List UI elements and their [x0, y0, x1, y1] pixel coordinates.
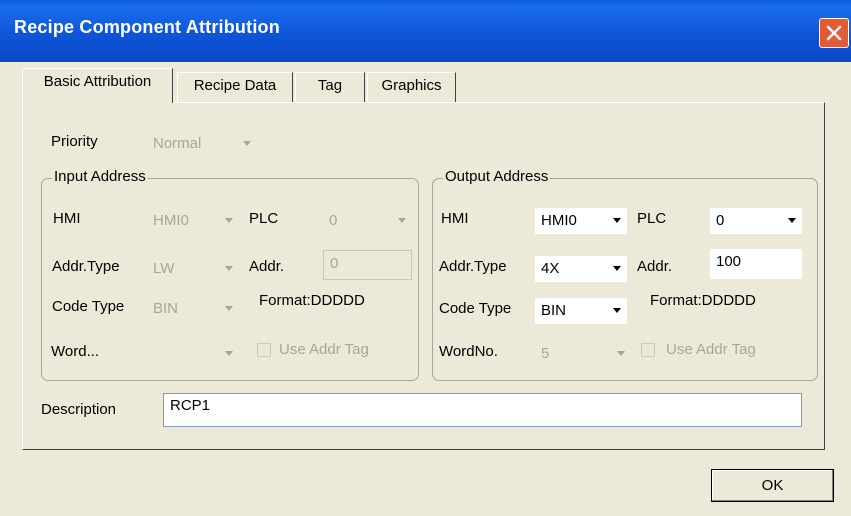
ok-button-label: OK — [761, 477, 784, 494]
tab-label: Tag — [317, 77, 343, 94]
output-addr-value: 100 — [716, 253, 742, 270]
input-addr-value: 0 — [330, 255, 339, 272]
ok-button[interactable]: OK — [711, 469, 834, 502]
output-addr-type-label: Addr.Type — [439, 258, 507, 275]
output-hmi-value: HMI0 — [541, 212, 577, 229]
tab-recipe-data[interactable]: Recipe Data — [177, 72, 293, 102]
title-bar: Recipe Component Attribution — [0, 0, 851, 62]
chevron-down-icon — [613, 218, 621, 223]
output-addr-type-select[interactable]: 4X — [535, 256, 627, 282]
close-button[interactable] — [819, 18, 849, 48]
input-addr-type-label: Addr.Type — [52, 258, 120, 275]
tab-tag[interactable]: Tag — [295, 72, 365, 102]
output-code-type-label: Code Type — [439, 300, 512, 317]
input-word-select[interactable] — [147, 341, 239, 367]
output-use-addr-tag-label: Use Addr Tag — [666, 341, 756, 358]
output-word-select[interactable]: 5 — [535, 341, 631, 367]
input-addr-type-select[interactable]: LW — [147, 256, 239, 282]
chevron-down-icon — [617, 351, 625, 356]
description-value: RCP1 — [170, 397, 211, 414]
output-addr-label: Addr. — [637, 258, 673, 275]
output-addr-type-value: 4X — [541, 260, 560, 277]
output-format-label: Format:DDDDD — [650, 292, 756, 309]
output-use-addr-tag-checkbox[interactable] — [641, 343, 655, 357]
output-addr-field[interactable]: 100 — [710, 249, 802, 279]
priority-value: Normal — [153, 135, 202, 152]
chevron-down-icon — [225, 266, 233, 271]
tab-label: Graphics — [381, 77, 442, 94]
chevron-down-icon — [613, 308, 621, 313]
chevron-down-icon — [225, 351, 233, 356]
input-address-title: Input Address — [52, 168, 148, 185]
input-hmi-label: HMI — [53, 210, 81, 227]
description-label: Description — [41, 401, 117, 418]
output-code-type-select[interactable]: BIN — [535, 298, 627, 324]
input-plc-value: 0 — [329, 212, 338, 229]
tab-basic-attribution[interactable]: Basic Attribution — [22, 68, 173, 103]
input-hmi-select[interactable]: HMI0 — [147, 208, 239, 234]
input-hmi-value: HMI0 — [153, 212, 189, 229]
output-word-label: WordNo. — [439, 343, 498, 360]
input-addr-label: Addr. — [249, 258, 285, 275]
input-plc-label: PLC — [249, 210, 279, 227]
priority-select[interactable]: Normal — [147, 131, 257, 157]
input-code-type-value: BIN — [153, 300, 179, 317]
close-icon — [826, 25, 842, 41]
input-addr-field[interactable]: 0 — [323, 250, 412, 280]
chevron-down-icon — [788, 218, 796, 223]
input-format-label: Format:DDDDD — [259, 292, 365, 309]
input-word-label: Word... — [51, 343, 100, 360]
window-title: Recipe Component Attribution — [14, 17, 280, 37]
tab-label: Basic Attribution — [43, 73, 152, 90]
output-address-title: Output Address — [443, 168, 551, 185]
output-word-value: 5 — [541, 345, 550, 362]
priority-label: Priority — [51, 133, 98, 150]
output-plc-select[interactable]: 0 — [710, 208, 802, 234]
tab-label: Recipe Data — [193, 77, 277, 94]
chevron-down-icon — [398, 218, 406, 223]
input-code-type-label: Code Type — [52, 298, 125, 315]
output-hmi-label: HMI — [441, 210, 469, 227]
output-plc-label: PLC — [637, 210, 667, 227]
input-use-addr-tag-label: Use Addr Tag — [279, 341, 369, 358]
chevron-down-icon — [225, 218, 233, 223]
input-plc-select[interactable]: 0 — [323, 208, 412, 234]
input-addr-type-value: LW — [153, 260, 175, 277]
output-code-type-value: BIN — [541, 302, 567, 319]
chevron-down-icon — [243, 141, 251, 146]
tab-graphics[interactable]: Graphics — [367, 72, 456, 102]
chevron-down-icon — [225, 306, 233, 311]
input-code-type-select[interactable]: BIN — [147, 296, 239, 322]
chevron-down-icon — [613, 266, 621, 271]
output-hmi-select[interactable]: HMI0 — [535, 208, 627, 234]
description-input[interactable]: RCP1 — [163, 393, 802, 427]
output-plc-value: 0 — [716, 212, 725, 229]
input-use-addr-tag-checkbox[interactable] — [257, 343, 271, 357]
